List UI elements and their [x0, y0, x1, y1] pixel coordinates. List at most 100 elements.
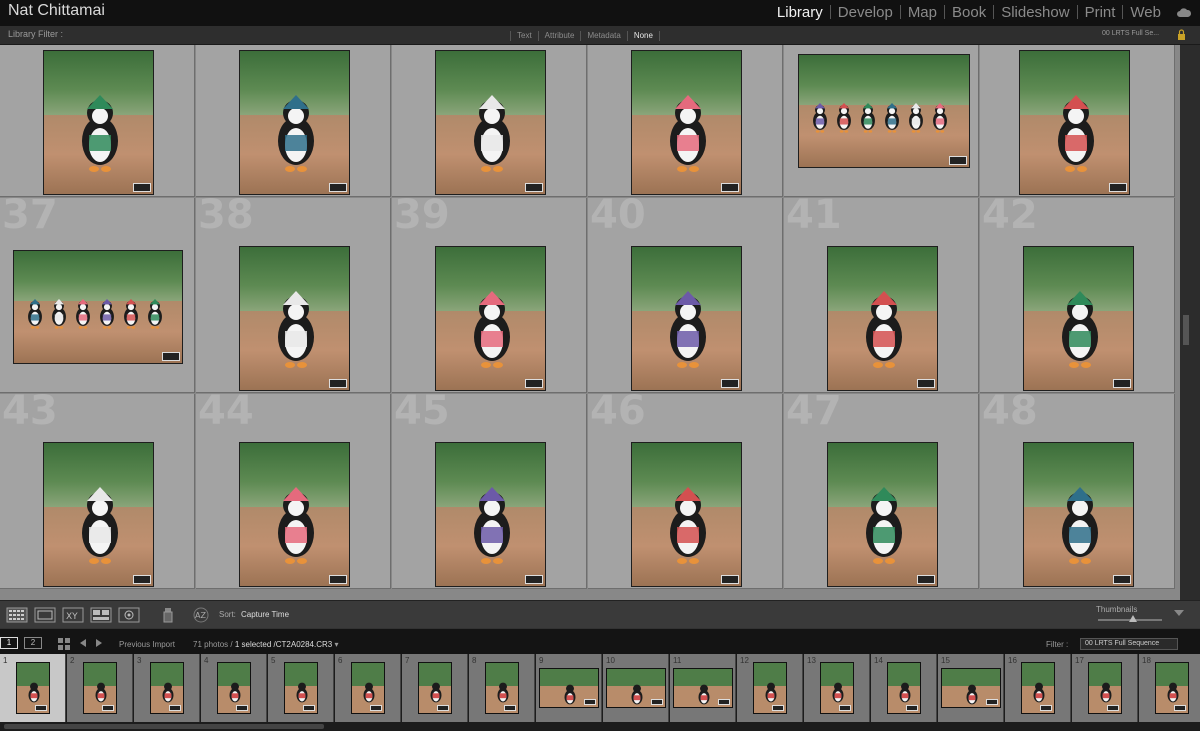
photo-thumbnail[interactable] [631, 50, 742, 195]
edit-badge-icon[interactable] [1107, 705, 1119, 711]
edit-badge-icon[interactable] [1113, 575, 1131, 584]
module-print[interactable]: Print [1078, 4, 1123, 21]
photo-thumbnail[interactable] [13, 250, 183, 364]
edit-badge-icon[interactable] [437, 705, 449, 711]
people-view-icon[interactable] [118, 607, 140, 623]
grid-cell[interactable]: 40 [588, 198, 783, 393]
module-library[interactable]: Library [770, 4, 830, 21]
grid-cell[interactable] [588, 45, 783, 197]
edit-badge-icon[interactable] [721, 575, 739, 584]
photo-thumbnail[interactable] [631, 442, 742, 587]
photo-thumbnail[interactable] [239, 246, 350, 391]
edit-badge-icon[interactable] [329, 575, 347, 584]
painter-icon[interactable] [162, 607, 174, 623]
module-develop[interactable]: Develop [831, 4, 900, 21]
window-1-button[interactable]: 1 [0, 637, 18, 649]
filmstrip-cell[interactable]: 10 [603, 654, 669, 722]
photo-thumbnail[interactable] [798, 54, 970, 168]
filmstrip-cell[interactable]: 5 [268, 654, 334, 722]
filmstrip-cell[interactable]: 2 [67, 654, 133, 722]
edit-badge-icon[interactable] [133, 183, 151, 192]
grid-cell[interactable]: 46 [588, 394, 783, 589]
filmstrip-thumbnail[interactable] [820, 662, 854, 714]
edit-badge-icon[interactable] [721, 379, 739, 388]
filmstrip-cell[interactable]: 17 [1072, 654, 1138, 722]
selected-filename[interactable]: /CT2A0284.CR3 [274, 640, 333, 649]
filmstrip-cell[interactable]: 13 [804, 654, 870, 722]
photo-thumbnail[interactable] [435, 246, 546, 391]
photo-thumbnail[interactable] [43, 442, 154, 587]
edit-badge-icon[interactable] [1113, 379, 1131, 388]
grid-view-icon[interactable] [6, 607, 28, 623]
filmstrip-thumbnail[interactable] [539, 668, 599, 708]
filmstrip-thumbnail[interactable] [16, 662, 50, 714]
grid-cell[interactable]: 45 [392, 394, 587, 589]
photo-thumbnail[interactable] [435, 442, 546, 587]
filmstrip-cell[interactable]: 14 [871, 654, 937, 722]
sort-select[interactable]: Capture Time [241, 610, 289, 619]
photo-thumbnail[interactable] [43, 50, 154, 195]
filmstrip-thumbnail[interactable] [606, 668, 666, 708]
grid-icon[interactable] [58, 638, 70, 650]
grid-cell[interactable] [980, 45, 1175, 197]
edit-badge-icon[interactable] [651, 699, 663, 705]
grid-cell[interactable]: 37 [0, 198, 195, 393]
filmstrip-thumbnail[interactable] [351, 662, 385, 714]
source-label[interactable]: Previous Import [119, 640, 175, 649]
filmstrip-thumbnail[interactable] [887, 662, 921, 714]
edit-badge-icon[interactable] [1174, 705, 1186, 711]
grid-cell[interactable] [392, 45, 587, 197]
grid-cell[interactable]: 44 [196, 394, 391, 589]
lock-icon[interactable] [1177, 29, 1186, 40]
edit-badge-icon[interactable] [986, 699, 998, 705]
filmstrip-thumbnail[interactable] [485, 662, 519, 714]
cloud-icon[interactable] [1176, 7, 1192, 17]
filmstrip-thumbnail[interactable] [150, 662, 184, 714]
edit-badge-icon[interactable] [303, 705, 315, 711]
sort-direction-icon[interactable]: AZ [190, 607, 212, 623]
photo-thumbnail[interactable] [631, 246, 742, 391]
edit-badge-icon[interactable] [525, 379, 543, 388]
filmstrip-cell[interactable]: 1 [0, 654, 66, 722]
filmstrip-thumbnail[interactable] [83, 662, 117, 714]
filter-attribute-tab[interactable]: Attribute [539, 31, 581, 40]
grid-cell[interactable]: 48 [980, 394, 1175, 589]
grid-cell[interactable]: 39 [392, 198, 587, 393]
grid-cell[interactable]: 47 [784, 394, 979, 589]
loupe-view-icon[interactable] [34, 607, 56, 623]
photo-thumbnail[interactable] [1023, 442, 1134, 587]
filmstrip-thumbnail[interactable] [284, 662, 318, 714]
filter-metadata-tab[interactable]: Metadata [581, 31, 626, 40]
filmstrip-cell[interactable]: 4 [201, 654, 267, 722]
filmstrip-filter-select[interactable]: 00 LRTS Full Sequence [1080, 638, 1178, 650]
edit-badge-icon[interactable] [839, 705, 851, 711]
library-filter-title[interactable]: Library Filter : [8, 29, 63, 39]
window-2-button[interactable]: 2 [24, 637, 42, 649]
filmstrip-thumbnail[interactable] [1155, 662, 1189, 714]
filmstrip-cell[interactable]: 8 [469, 654, 535, 722]
edit-badge-icon[interactable] [949, 156, 967, 165]
filmstrip-cell[interactable]: 11 [670, 654, 736, 722]
filmstrip-thumbnail[interactable] [418, 662, 452, 714]
edit-badge-icon[interactable] [504, 705, 516, 711]
photo-thumbnail[interactable] [827, 442, 938, 587]
edit-badge-icon[interactable] [35, 705, 47, 711]
filmstrip-thumbnail[interactable] [673, 668, 733, 708]
module-map[interactable]: Map [901, 4, 944, 21]
photo-grid[interactable]: 37 38 39 40 41 42 43 44 45 46 47 48 [0, 45, 1180, 600]
filmstrip-cell[interactable]: 15 [938, 654, 1004, 722]
module-web[interactable]: Web [1123, 4, 1168, 21]
filter-text-tab[interactable]: Text [511, 31, 538, 40]
grid-cell[interactable] [0, 45, 195, 197]
module-slideshow[interactable]: Slideshow [994, 4, 1076, 21]
edit-badge-icon[interactable] [718, 699, 730, 705]
edit-badge-icon[interactable] [917, 379, 935, 388]
edit-badge-icon[interactable] [133, 575, 151, 584]
edit-badge-icon[interactable] [370, 705, 382, 711]
grid-cell[interactable] [196, 45, 391, 197]
grid-cell[interactable] [784, 45, 979, 197]
edit-badge-icon[interactable] [329, 379, 347, 388]
edit-badge-icon[interactable] [772, 705, 784, 711]
photo-thumbnail[interactable] [435, 50, 546, 195]
toolbar-menu-icon[interactable] [1174, 610, 1184, 616]
